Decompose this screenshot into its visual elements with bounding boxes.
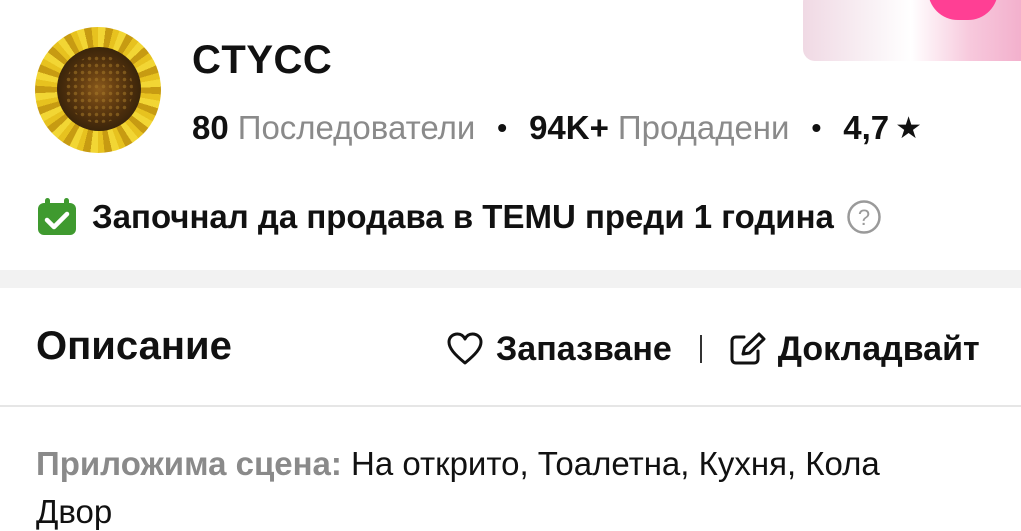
scene-value: На открито, Тоалетна, Кухня, Кола: [341, 445, 880, 482]
section-divider: [0, 270, 1021, 288]
thumbnail-image-detail: [928, 0, 998, 20]
scene-line-1: Приложима сцена: На открито, Тоалетна, К…: [36, 440, 1021, 488]
description-divider: [0, 405, 1021, 407]
action-separator: [699, 335, 702, 363]
scene-line-2: Двор: [36, 493, 113, 530]
save-label: Запазване: [496, 329, 672, 368]
save-button[interactable]: Запазване: [446, 330, 672, 369]
selling-since-text: Започнал да продава в TEMU преди 1 годин…: [92, 198, 834, 235]
star-icon: ★: [895, 111, 923, 145]
store-avatar[interactable]: [35, 27, 161, 153]
sold-count: 94K+: [529, 109, 609, 146]
description-title: Описание: [36, 324, 232, 368]
selling-since-row: Започнал да продава в TEMU преди 1 годин…: [36, 196, 882, 238]
calendar-check-icon: [38, 198, 76, 235]
followers-label: Последователи: [237, 109, 476, 146]
sold-label: Продадени: [617, 109, 790, 146]
followers-count: 80: [192, 109, 229, 146]
edit-report-icon: [730, 332, 766, 365]
applicable-scene: Приложима сцена: На открито, Тоалетна, К…: [36, 440, 1021, 531]
report-label: Докладвайт: [777, 329, 980, 368]
store-name[interactable]: CTYCC: [192, 38, 332, 83]
description-actions: Запазване Докладвайт: [446, 326, 980, 372]
rating-value: 4,7: [843, 109, 890, 146]
store-stats: 80 Последователи • 94K+ Продадени • 4,7 …: [192, 108, 922, 148]
heart-icon: [447, 332, 483, 365]
question-circle-icon[interactable]: ?: [846, 199, 882, 235]
avatar-seed-pattern: [65, 55, 133, 123]
scene-key: Приложима сцена:: [36, 445, 342, 482]
product-thumbnail[interactable]: [803, 0, 1021, 61]
svg-text:?: ?: [858, 205, 870, 230]
store-info-page: CTYCC 80 Последователи • 94K+ Продадени …: [0, 0, 1021, 531]
report-button[interactable]: Докладвайт: [728, 330, 980, 369]
separator-dot: •: [811, 112, 822, 143]
separator-dot: •: [497, 112, 508, 143]
